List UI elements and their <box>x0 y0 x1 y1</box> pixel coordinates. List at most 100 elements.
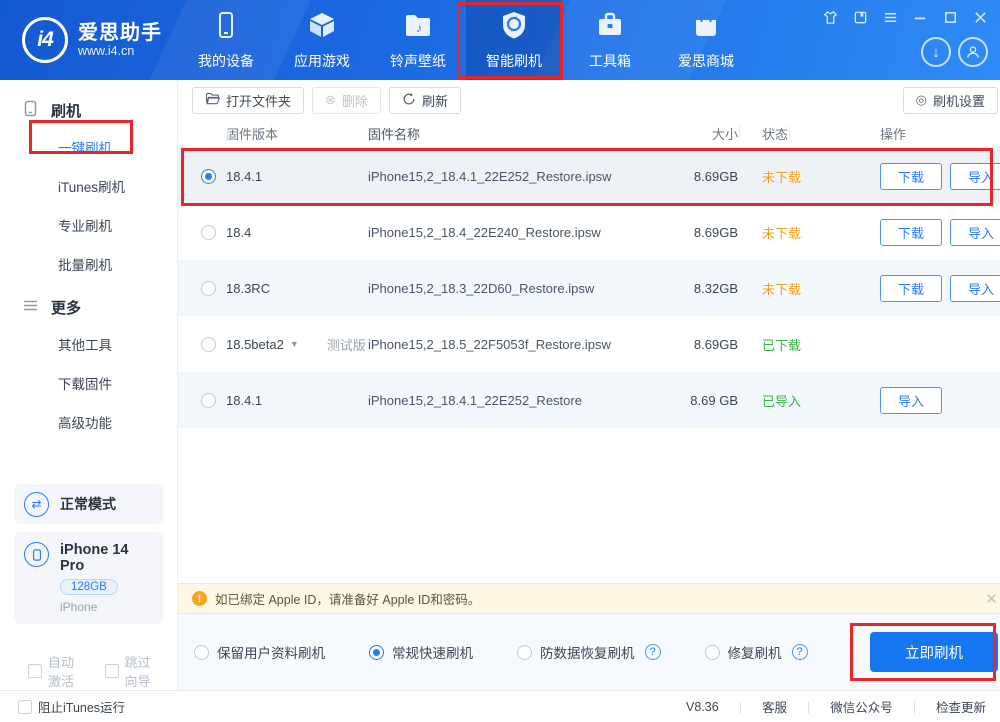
table-row[interactable]: 18.4.1 iPhone15,2_18.4.1_22E252_Restore.… <box>178 148 1000 204</box>
app-url: www.i4.cn <box>78 44 135 58</box>
import-button[interactable]: 导入 <box>950 218 1000 246</box>
beta-tag: 测试版 <box>326 337 366 353</box>
option-anti-data-recovery[interactable]: 防数据恢复刷机 ? <box>517 642 661 662</box>
sidebar-item-other-tools[interactable]: 其他工具 <box>0 326 177 365</box>
firmware-size: 8.69GB <box>693 224 738 240</box>
radio-icon <box>194 644 209 660</box>
sidebar-item-download-firmware[interactable]: 下载固件 <box>0 365 177 404</box>
toolbox-icon <box>594 9 626 44</box>
option-keep-user-data[interactable]: 保留用户资料刷机 <box>194 642 325 662</box>
flash-options-bar: 保留用户资料刷机 常规快速刷机 防数据恢复刷机 ? 修复刷机 ? 立即刷机 <box>178 614 1000 690</box>
shopping-bag-icon <box>690 9 722 44</box>
help-icon[interactable]: ? <box>644 644 661 660</box>
device-capacity-badge: 128GB <box>60 579 118 595</box>
firmware-version: 18.3RC <box>226 280 271 296</box>
customer-service-link[interactable]: 客服 <box>762 697 787 716</box>
skip-setup-checkbox[interactable]: 跳过向导 <box>104 652 164 690</box>
device-mode-card[interactable]: ⇄ 正常模式 <box>14 484 163 524</box>
shield-refresh-icon <box>498 9 530 44</box>
firmware-radio[interactable] <box>201 280 216 296</box>
nav-smart-flash[interactable]: 智能刷机 <box>466 0 562 80</box>
status-badge: 未下载 <box>762 281 802 297</box>
svg-text:♪: ♪ <box>416 21 422 35</box>
apple-id-notice: ! 如已绑定 Apple ID，请准备好 Apple ID和密码。 ✕ <box>178 583 1000 614</box>
table-row[interactable]: 18.5beta2 ▼ 测试版 iPhone15,2_18.5_22F5053f… <box>178 316 1000 372</box>
open-folder-button[interactable]: 打开文件夹 <box>192 86 305 114</box>
delete-circle-icon: ⊗ <box>325 92 336 107</box>
nav-toolbox[interactable]: 工具箱 <box>562 0 658 80</box>
user-account-icon[interactable] <box>958 37 988 67</box>
sidebar-item-pro-flash[interactable]: 专业刷机 <box>0 207 177 246</box>
firmware-radio[interactable] <box>201 392 216 408</box>
nav-my-devices[interactable]: 我的设备 <box>178 0 274 80</box>
checkbox-icon <box>18 699 32 714</box>
help-icon[interactable]: ? <box>791 644 808 660</box>
firmware-name: iPhone15,2_18.4.1_22E252_Restore.ipsw <box>368 168 612 184</box>
close-icon[interactable] <box>973 10 988 28</box>
sidebar-item-itunes-flash[interactable]: iTunes刷机 <box>0 168 177 207</box>
firmware-version: 18.4.1 <box>226 168 263 184</box>
notice-text: 如已绑定 Apple ID，请准备好 Apple ID和密码。 <box>215 593 481 607</box>
app-version: V8.36 <box>686 699 719 714</box>
caret-down-icon[interactable]: ▼ <box>290 339 299 349</box>
list-icon <box>22 297 39 318</box>
nav-apps-games[interactable]: 应用游戏 <box>274 0 370 80</box>
checkbox-icon <box>104 664 119 678</box>
minimize-icon[interactable] <box>913 10 928 28</box>
sidebar-item-batch-flash[interactable]: 批量刷机 <box>0 246 177 285</box>
table-row[interactable]: 18.4 iPhone15,2_18.4_22E240_Restore.ipsw… <box>178 204 1000 260</box>
sidebar-group-more: 更多 <box>0 289 177 326</box>
settings-icon: ◎ <box>915 92 927 107</box>
flash-now-button[interactable]: 立即刷机 <box>870 632 998 672</box>
maximize-icon[interactable] <box>943 10 958 28</box>
firmware-size: 8.69GB <box>693 336 738 352</box>
sidebar-item-one-click-flash[interactable]: 一键刷机 <box>0 129 177 168</box>
table-header: 固件版本 固件名称 大小 状态 操作 <box>178 120 1000 148</box>
option-normal-fast-flash[interactable]: 常规快速刷机 <box>369 642 473 662</box>
menu-icon[interactable] <box>883 10 898 28</box>
col-status: 状态 <box>738 124 856 143</box>
firmware-version: 18.4 <box>226 224 252 240</box>
col-size: 大小 <box>658 124 741 143</box>
import-button[interactable]: 导入 <box>950 162 1000 190</box>
import-button[interactable]: 导入 <box>950 274 1000 302</box>
firmware-size: 8.69GB <box>693 168 738 184</box>
table-row[interactable]: 18.4.1 iPhone15,2_18.4.1_22E252_Restore … <box>178 372 1000 428</box>
flash-settings-button[interactable]: ◎ 刷机设置 <box>902 86 998 114</box>
device-type: iPhone <box>60 600 98 614</box>
nav-ringtones-wallpapers[interactable]: ♪ 铃声壁纸 <box>370 0 466 80</box>
wechat-official-link[interactable]: 微信公众号 <box>830 697 893 716</box>
sidebar-group-flash: 刷机 <box>0 92 177 129</box>
device-card[interactable]: iPhone 14 Pro 128GB iPhone <box>14 532 163 624</box>
option-repair-flash[interactable]: 修复刷机 ? <box>704 642 808 662</box>
close-notice-icon[interactable]: ✕ <box>985 590 998 608</box>
firmware-name: iPhone15,2_18.4_22E240_Restore.ipsw <box>368 224 601 240</box>
music-folder-icon: ♪ <box>402 9 434 44</box>
download-button[interactable]: 下载 <box>880 218 942 246</box>
phone-outline-icon <box>22 100 39 121</box>
check-update-link[interactable]: 检查更新 <box>936 697 986 716</box>
refresh-button[interactable]: 刷新 <box>388 86 461 114</box>
mini-mode-icon[interactable] <box>853 10 868 28</box>
import-button[interactable]: 导入 <box>880 386 942 414</box>
window-controls <box>823 10 988 28</box>
nav-store[interactable]: 爱思商城 <box>658 0 754 80</box>
firmware-size: 8.32GB <box>693 280 738 296</box>
firmware-radio[interactable] <box>201 224 216 240</box>
app-logo: i4 爱思助手 www.i4.cn <box>0 0 178 80</box>
download-button[interactable]: 下载 <box>880 162 942 190</box>
block-itunes-checkbox[interactable]: 阻止iTunes运行 <box>18 697 125 716</box>
status-badge: 未下载 <box>762 225 802 241</box>
table-row[interactable]: 18.3RC iPhone15,2_18.3_22D60_Restore.ips… <box>178 260 1000 316</box>
firmware-radio-selected[interactable] <box>201 168 216 184</box>
skin-theme-icon[interactable] <box>823 10 838 28</box>
firmware-radio[interactable] <box>201 336 216 352</box>
delete-button[interactable]: ⊗ 删除 <box>312 86 381 114</box>
main-nav: 我的设备 应用游戏 ♪ 铃声壁纸 智能刷机 工具箱 爱思商城 <box>178 0 754 80</box>
checkbox-icon <box>28 664 42 678</box>
warning-icon: ! <box>192 591 207 606</box>
auto-activate-checkbox[interactable]: 自动激活 <box>28 652 87 690</box>
download-manager-icon[interactable]: ↓ <box>921 37 951 67</box>
sidebar-item-advanced[interactable]: 高级功能 <box>0 404 177 443</box>
download-button[interactable]: 下载 <box>880 274 942 302</box>
